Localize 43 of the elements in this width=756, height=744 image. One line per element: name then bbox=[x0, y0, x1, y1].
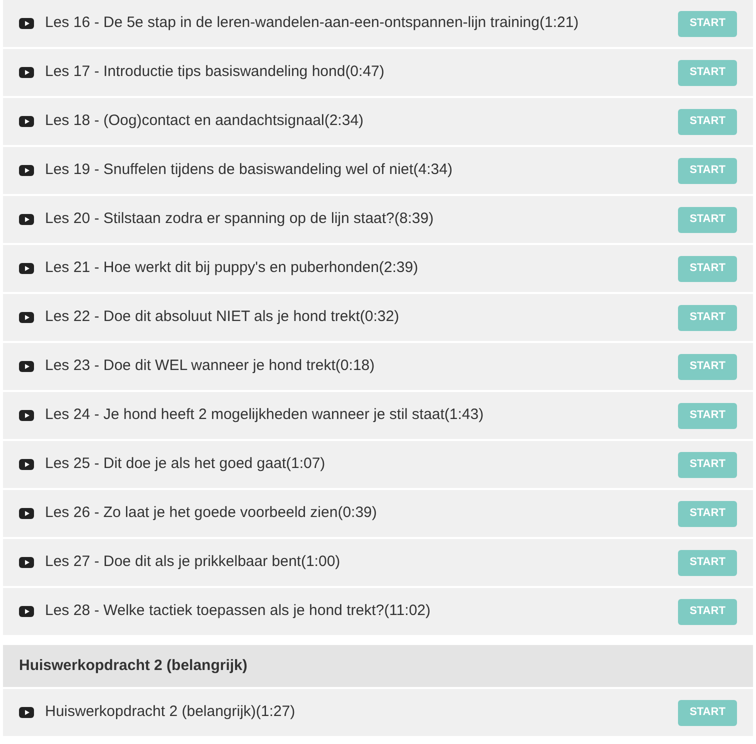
start-button[interactable]: START bbox=[678, 500, 737, 526]
lesson-title: Les 23 - Doe dit WEL wanneer je hond trekt(0:18) bbox=[45, 356, 376, 376]
video-icon bbox=[19, 165, 34, 176]
start-button[interactable]: START bbox=[678, 402, 737, 428]
video-icon bbox=[19, 459, 34, 470]
video-icon bbox=[19, 410, 34, 421]
lesson-title: Les 19 - Snuffelen tijdens de basiswandeling wel of niet(4:34) bbox=[45, 160, 454, 180]
start-button[interactable]: START bbox=[678, 10, 737, 36]
lesson-title: Les 25 - Dit doe je als het goed gaat(1:07) bbox=[45, 454, 326, 474]
start-button[interactable]: START bbox=[678, 550, 737, 576]
video-icon bbox=[19, 214, 34, 225]
lesson-title: Les 18 - (Oog)contact en aandachtsignaal(2:34) bbox=[45, 111, 365, 132]
video-icon bbox=[19, 361, 34, 372]
lesson-title: Les 24 - Je hond heeft 2 mogelijkheden wanneer je stil staat(1:43) bbox=[45, 405, 485, 426]
lesson-title: Huiswerkopdracht 2 (belangrijk)(1:27) bbox=[45, 702, 296, 722]
video-icon bbox=[19, 18, 34, 29]
lesson-title: Les 16 - De 5e stap in de leren-wandelen-aan-een-ontspannen-lijn training(1:21) bbox=[45, 13, 580, 34]
start-button[interactable]: START bbox=[678, 256, 737, 282]
lesson-title: Les 21 - Hoe werkt dit bij puppy's en puberhonden(2:39) bbox=[45, 258, 420, 278]
start-button[interactable]: START bbox=[678, 354, 737, 380]
start-button[interactable]: START bbox=[678, 304, 737, 330]
video-icon bbox=[19, 263, 34, 274]
start-button[interactable]: START bbox=[678, 206, 737, 232]
video-icon bbox=[19, 312, 34, 323]
start-button[interactable]: START bbox=[678, 598, 737, 624]
start-button[interactable]: START bbox=[678, 158, 737, 184]
lesson-title: Les 28 - Welke tactiek toepassen als je hond trekt?(11:02) bbox=[45, 601, 432, 622]
lesson-title: Les 27 - Doe dit als je prikkelbaar bent(1:00) bbox=[45, 552, 342, 572]
lesson-title: Les 17 - Introductie tips basiswandeling hond(0:47) bbox=[45, 62, 386, 82]
video-icon bbox=[19, 707, 34, 718]
start-button[interactable]: START bbox=[678, 60, 737, 86]
lesson-title: Les 22 - Doe dit absoluut NIET als je hond trekt(0:32) bbox=[45, 307, 400, 328]
video-icon bbox=[19, 508, 34, 519]
video-icon bbox=[19, 116, 34, 127]
lesson-title: Les 26 - Zo laat je het goede voorbeeld zien(0:39) bbox=[45, 503, 378, 524]
start-button[interactable]: START bbox=[678, 700, 737, 726]
start-button[interactable]: START bbox=[678, 452, 737, 478]
lesson-title: Les 20 - Stilstaan zodra er spanning op de lijn staat?(8:39) bbox=[45, 209, 435, 230]
video-icon bbox=[19, 557, 34, 568]
start-button[interactable]: START bbox=[678, 108, 737, 134]
video-icon bbox=[19, 67, 34, 78]
section-header: Huiswerkopdracht 2 (belangrijk) bbox=[3, 645, 753, 687]
video-icon bbox=[19, 606, 34, 617]
